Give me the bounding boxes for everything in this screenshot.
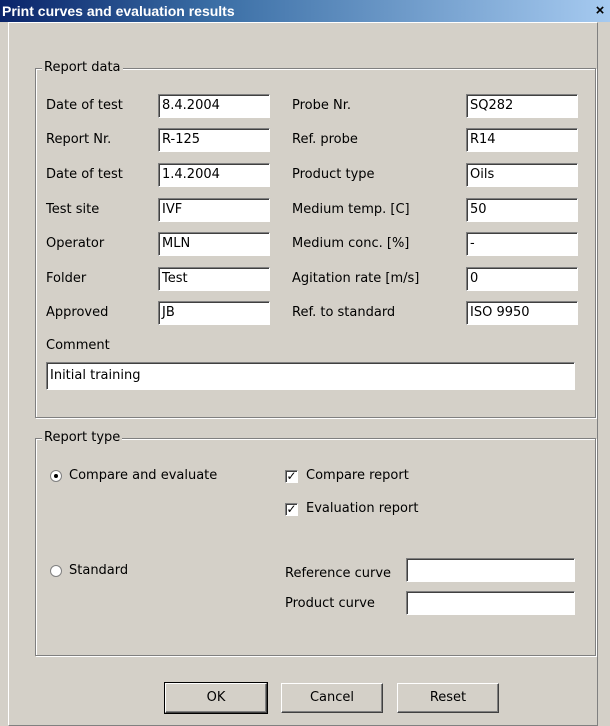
- approved-input[interactable]: JB: [158, 301, 270, 325]
- ref-probe-label: Ref. probe: [292, 132, 358, 147]
- folder-input[interactable]: Test: [158, 267, 270, 291]
- reset-button[interactable]: Reset: [397, 683, 499, 713]
- folder-label: Folder: [46, 271, 87, 286]
- product-type-label: Product type: [292, 167, 375, 182]
- evaluation-report-label[interactable]: Evaluation report: [306, 501, 418, 517]
- operator-input[interactable]: MLN: [158, 232, 270, 256]
- ref-to-standard-input[interactable]: ISO 9950: [466, 301, 578, 325]
- compare-evaluate-label[interactable]: Compare and evaluate: [69, 468, 217, 484]
- medium-conc-input[interactable]: -: [466, 232, 578, 256]
- probe-nr-input[interactable]: SQ282: [466, 94, 578, 118]
- radio-selected-dot: [54, 474, 58, 478]
- title-bar: Print curves and evaluation results ×: [0, 0, 610, 22]
- medium-conc-label: Medium conc. [%]: [292, 236, 410, 251]
- ok-button[interactable]: OK: [164, 682, 268, 714]
- ref-probe-input[interactable]: R14: [466, 128, 578, 152]
- cancel-button[interactable]: Cancel: [281, 683, 383, 713]
- report-nr-input[interactable]: R-125: [158, 128, 270, 152]
- window-title: Print curves and evaluation results: [2, 3, 235, 19]
- approved-label: Approved: [46, 305, 109, 320]
- comment-label: Comment: [46, 338, 110, 353]
- report-nr-label: Report Nr.: [46, 132, 112, 147]
- reference-curve-input[interactable]: [406, 558, 575, 582]
- standard-radio[interactable]: [50, 565, 62, 577]
- report-type-legend: Report type: [42, 430, 123, 445]
- test-site-input[interactable]: IVF: [158, 198, 270, 222]
- date-of-test-2-input[interactable]: 1.4.2004: [158, 163, 270, 187]
- medium-temp-input[interactable]: 50: [466, 198, 578, 222]
- compare-evaluate-radio[interactable]: [50, 470, 62, 482]
- product-curve-label: Product curve: [285, 596, 375, 611]
- compare-report-label[interactable]: Compare report: [306, 468, 409, 484]
- probe-nr-label: Probe Nr.: [292, 98, 352, 113]
- medium-temp-label: Medium temp. [C]: [292, 202, 410, 217]
- operator-label: Operator: [46, 236, 105, 251]
- product-curve-input[interactable]: [406, 591, 575, 615]
- agitation-rate-label: Agitation rate [m/s]: [292, 271, 420, 286]
- compare-report-checkbox[interactable]: ✓: [285, 470, 298, 483]
- date-of-test-input[interactable]: 8.4.2004: [158, 94, 270, 118]
- test-site-label: Test site: [46, 202, 100, 217]
- close-icon[interactable]: ×: [592, 3, 608, 19]
- report-data-legend: Report data: [42, 60, 123, 75]
- evaluation-report-checkbox[interactable]: ✓: [285, 503, 298, 516]
- standard-label[interactable]: Standard: [69, 563, 128, 579]
- product-type-input[interactable]: Oils: [466, 163, 578, 187]
- ref-to-standard-label: Ref. to standard: [292, 305, 396, 320]
- report-data-group: Report data Date of test 8.4.2004 Report…: [35, 60, 596, 418]
- date-of-test-label: Date of test: [46, 98, 123, 113]
- agitation-rate-input[interactable]: 0: [466, 267, 578, 291]
- comment-input[interactable]: Initial training: [46, 362, 575, 390]
- reference-curve-label: Reference curve: [285, 566, 392, 581]
- report-type-group: Report type Compare and evaluate ✓ Compa…: [35, 430, 596, 656]
- date-of-test-2-label: Date of test: [46, 167, 123, 182]
